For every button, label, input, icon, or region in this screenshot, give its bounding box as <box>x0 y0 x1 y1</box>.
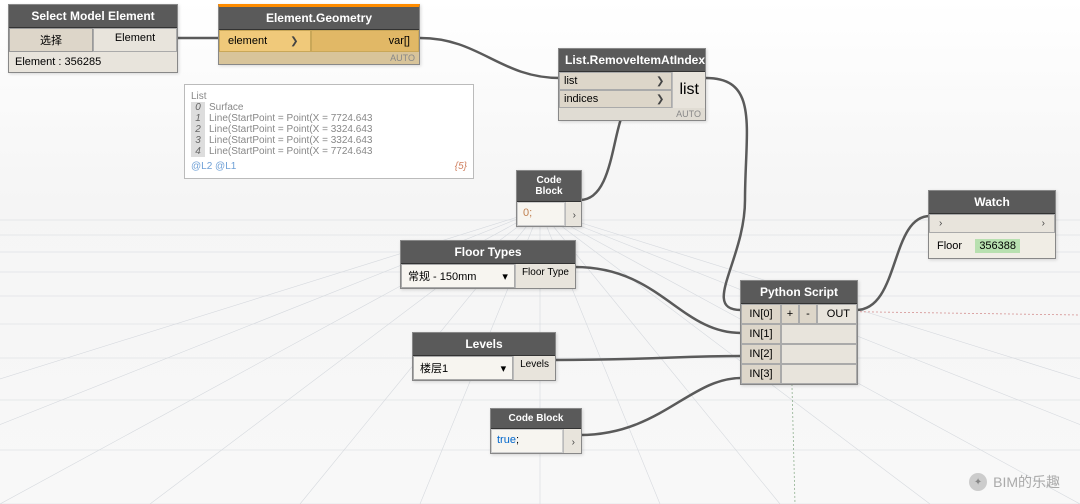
preview-levels: @L2 @L1 <box>191 161 236 172</box>
wechat-icon: ✦ <box>969 473 987 491</box>
port-out[interactable]: › <box>565 202 581 226</box>
code-input[interactable]: true; <box>491 429 563 453</box>
port-in-1[interactable]: IN[1] <box>741 324 781 344</box>
level-dropdown[interactable]: 楼层1▾ <box>413 356 513 380</box>
port-out-floor-type[interactable]: Floor Type <box>515 264 575 288</box>
port-in[interactable]: › <box>936 218 945 229</box>
chevron-right-icon: ❯ <box>287 36 301 47</box>
preview-row: 2Line(StartPoint = Point(X = 3324.643 <box>191 124 467 135</box>
preview-row: 4Line(StartPoint = Point(X = 7724.643 <box>191 146 467 157</box>
node-floor-types[interactable]: Floor Types 常规 - 150mm▾ Floor Type <box>400 240 576 289</box>
watch-result: Floor 356388 <box>929 233 1055 258</box>
add-port-button[interactable]: + <box>781 304 799 324</box>
port-out[interactable]: OUT <box>817 304 857 324</box>
node-code-block-zero[interactable]: Code Block 0; › <box>516 170 582 227</box>
selection-result: Element : 356285 <box>9 52 177 72</box>
node-title: Select Model Element <box>9 5 177 28</box>
chevron-right-icon: ❯ <box>653 94 667 105</box>
preview-row: 1Line(StartPoint = Point(X = 7724.643 <box>191 113 467 124</box>
remove-port-button[interactable]: - <box>799 304 817 324</box>
port-in-3[interactable]: IN[3] <box>741 364 781 384</box>
port-out-list[interactable]: list <box>672 72 705 108</box>
port-out[interactable]: › <box>563 429 581 453</box>
watermark: ✦ BIM的乐趣 <box>969 472 1060 492</box>
node-levels[interactable]: Levels 楼层1▾ Levels <box>412 332 556 381</box>
port-out-levels[interactable]: Levels <box>513 356 555 380</box>
node-remove-item-at-index[interactable]: List.RemoveItemAtIndex list❯ indices❯ li… <box>558 48 706 121</box>
chevron-right-icon: ❯ <box>653 76 667 87</box>
port-in-list[interactable]: list❯ <box>559 72 672 90</box>
node-watch[interactable]: Watch › › Floor 356388 <box>928 190 1056 259</box>
port-out[interactable]: › <box>1039 218 1048 229</box>
chevron-down-icon: ▾ <box>502 270 508 283</box>
node-title: Watch <box>929 191 1055 214</box>
lacing-indicator: AUTO <box>219 52 419 64</box>
node-title: List.RemoveItemAtIndex <box>559 49 705 72</box>
node-select-model-element[interactable]: Select Model Element 选择 Element Element … <box>8 4 178 73</box>
port-in-2[interactable]: IN[2] <box>741 344 781 364</box>
watch-value[interactable]: 356388 <box>975 239 1020 253</box>
floor-type-dropdown[interactable]: 常规 - 150mm▾ <box>401 264 515 288</box>
port-in-0[interactable]: IN[0] <box>741 304 781 324</box>
lacing-indicator: AUTO <box>559 108 705 120</box>
node-title: Floor Types <box>401 241 575 264</box>
port-out-var[interactable]: var[] <box>311 30 419 52</box>
node-title: Python Script <box>741 281 857 304</box>
preview-row: 3Line(StartPoint = Point(X = 3324.643 <box>191 135 467 146</box>
preview-count: {5} <box>455 161 467 172</box>
node-python-script[interactable]: Python Script IN[0] + - OUT IN[1] IN[2] … <box>740 280 858 385</box>
chevron-down-icon: ▾ <box>501 362 507 375</box>
node-title: Levels <box>413 333 555 356</box>
port-in-element[interactable]: element❯ <box>219 30 311 52</box>
chevron-right-icon: › <box>570 210 579 221</box>
port-out-element[interactable]: Element <box>93 28 177 52</box>
select-button[interactable]: 选择 <box>9 28 93 52</box>
node-code-block-true[interactable]: Code Block true; › <box>490 408 582 454</box>
preview-row: 0Surface <box>191 102 467 113</box>
port-in-indices[interactable]: indices❯ <box>559 90 672 108</box>
node-title: Code Block <box>491 409 581 429</box>
code-input[interactable]: 0; <box>517 202 565 226</box>
chevron-right-icon: › <box>569 437 578 448</box>
preview-header: List <box>191 91 467 102</box>
node-title: Code Block <box>517 171 581 202</box>
geometry-preview-tooltip: List 0Surface1Line(StartPoint = Point(X … <box>184 84 474 179</box>
node-element-geometry[interactable]: Element.Geometry element❯ var[] AUTO <box>218 4 420 65</box>
node-title: Element.Geometry <box>219 7 419 30</box>
